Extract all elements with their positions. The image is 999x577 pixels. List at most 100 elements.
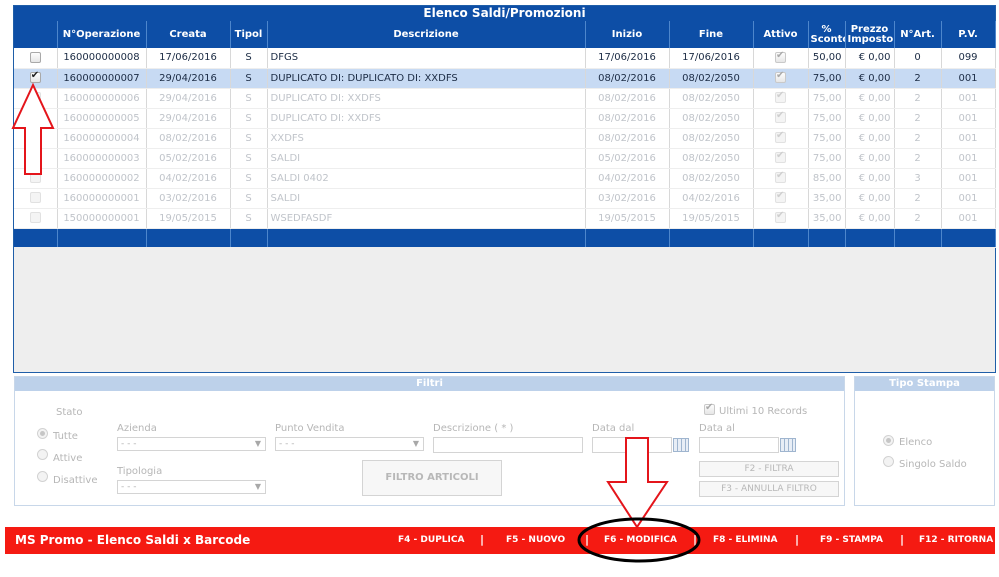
radio-tutte[interactable]: [37, 428, 48, 439]
radio-disattive[interactable]: [37, 471, 48, 482]
footer-cell: [57, 228, 147, 248]
cell-price: € 0,00: [845, 48, 895, 69]
row-select-checkbox[interactable]: [29, 52, 41, 63]
cell-price: € 0,00: [845, 208, 895, 229]
cell-desc: DUPLICATO DI: XXDFS: [267, 88, 586, 109]
table-row[interactable]: 160000000008 17/06/2016 S DFGS 17/06/2016 17/…: [14, 48, 996, 69]
row-select-cell: [14, 108, 58, 129]
row-select-checkbox[interactable]: [29, 70, 41, 84]
promotions-grid-panel: Elenco Saldi/Promozioni N°Operazione Cre…: [13, 5, 996, 373]
stampa-button[interactable]: F9 - STAMPA: [820, 535, 883, 545]
cell-discount: 75,00: [808, 128, 846, 149]
footer-cell: [941, 228, 996, 248]
radio-disattive-label: Disattive: [53, 475, 98, 486]
row-select-checkbox[interactable]: [29, 152, 41, 164]
table-row[interactable]: 160000000005 29/04/2016 S DUPLICATO DI: XXD…: [14, 108, 996, 129]
attivo-checkbox: [775, 110, 786, 124]
cell-type: S: [230, 148, 268, 169]
col-pv[interactable]: P.V.: [941, 21, 996, 48]
attivo-checkbox: [775, 170, 786, 184]
row-select-checkbox[interactable]: [29, 132, 41, 144]
ritorna-button[interactable]: F12 - RITORNA: [919, 535, 993, 545]
annulla-filtro-button[interactable]: F3 - ANNULLA FILTRO: [699, 481, 839, 497]
data-dal-input[interactable]: [592, 437, 672, 453]
footer-cell: [267, 228, 586, 248]
col-num-articoli[interactable]: N°Art.: [894, 21, 942, 48]
grid-title: Elenco Saldi/Promozioni: [14, 6, 995, 21]
azienda-select[interactable]: - - - ▼: [117, 437, 266, 451]
tipologia-value: - - -: [121, 482, 137, 492]
separator: |: [795, 533, 800, 546]
cell-end: 17/06/2016: [669, 48, 754, 69]
punto-vendita-select[interactable]: - - - ▼: [275, 437, 424, 451]
attivo-cell: [753, 88, 809, 109]
cell-desc: SALDI: [267, 188, 586, 209]
row-select-checkbox[interactable]: [29, 92, 41, 104]
cell-type: S: [230, 168, 268, 189]
cell-created: 29/04/2016: [146, 88, 231, 109]
cell-type: S: [230, 188, 268, 209]
table-row[interactable]: 150000000001 19/05/2015 S WSEDFASDF 19/05/20…: [14, 208, 996, 229]
table-row[interactable]: 160000000002 04/02/2016 S SALDI 0402 04/02/2…: [14, 168, 996, 189]
calendar-icon[interactable]: [673, 438, 689, 452]
descrizione-input[interactable]: [433, 437, 583, 453]
row-select-cell: [14, 48, 58, 69]
cell-end: 08/02/2050: [669, 108, 754, 129]
calendar-icon[interactable]: [780, 438, 796, 452]
radio-singolo-saldo[interactable]: [883, 456, 894, 467]
cell-start: 19/05/2015: [585, 208, 670, 229]
col-sconto[interactable]: % Sconto: [808, 21, 846, 48]
filtro-articoli-button[interactable]: FILTRO ARTICOLI: [362, 460, 502, 496]
cell-discount: 75,00: [808, 68, 846, 89]
azienda-label: Azienda: [117, 423, 157, 434]
table-row[interactable]: 160000000003 05/02/2016 S SALDI 05/02/2016 08…: [14, 148, 996, 169]
col-inizio[interactable]: Inizio: [585, 21, 670, 48]
radio-singolo-saldo-label: Singolo Saldo: [899, 459, 967, 470]
table-row[interactable]: 16000000000729/04/2016SDUPLICATO DI: DUP…: [14, 68, 996, 89]
cell-op: 150000000001: [57, 208, 147, 229]
attivo-checkbox: [775, 150, 786, 164]
attivo-cell: [753, 208, 809, 229]
cell-end: 08/02/2050: [669, 148, 754, 169]
ultimi-records-checkbox[interactable]: [704, 402, 715, 415]
cell-type: S: [230, 48, 268, 69]
elimina-button[interactable]: F8 - ELIMINA: [713, 535, 777, 545]
cell-type: S: [230, 208, 268, 229]
cell-op: 160000000003: [57, 148, 147, 169]
radio-elenco[interactable]: [883, 435, 894, 446]
footer-cell: [14, 228, 58, 248]
separator: |: [480, 533, 485, 546]
table-row[interactable]: 160000000001 03/02/2016 S SALDI 03/02/2016 04…: [14, 188, 996, 209]
row-select-checkbox[interactable]: [29, 212, 41, 224]
row-select-checkbox[interactable]: [29, 172, 41, 184]
cell-price: € 0,00: [845, 168, 895, 189]
footer-cell: [230, 228, 268, 248]
col-attivo[interactable]: Attivo: [753, 21, 809, 48]
cell-pv: 001: [941, 108, 996, 129]
footer-cell: [146, 228, 231, 248]
col-creata[interactable]: Creata: [146, 21, 231, 48]
attivo-checkbox: [775, 70, 786, 84]
modifica-button[interactable]: F6 - MODIFICA: [604, 535, 677, 545]
col-operazione[interactable]: N°Operazione: [57, 21, 147, 48]
table-row[interactable]: 160000000004 08/02/2016 S XXDFS 08/02/2016 08…: [14, 128, 996, 149]
col-prezzo-imposto[interactable]: Prezzo Imposto: [845, 21, 895, 48]
filtra-button[interactable]: F2 - FILTRA: [699, 461, 839, 477]
cell-items: 3: [894, 168, 942, 189]
attivo-cell: [753, 48, 809, 69]
col-fine[interactable]: Fine: [669, 21, 754, 48]
row-select-checkbox[interactable]: [29, 112, 41, 124]
row-select-checkbox[interactable]: [29, 192, 41, 204]
tipo-stampa-title: Tipo Stampa: [855, 377, 994, 391]
radio-attive[interactable]: [37, 449, 48, 460]
table-row[interactable]: 160000000006 29/04/2016 S DUPLICATO DI: XXD…: [14, 88, 996, 109]
duplica-button[interactable]: F4 - DUPLICA: [398, 535, 464, 545]
col-descrizione[interactable]: Descrizione: [267, 21, 586, 48]
nuovo-button[interactable]: F5 - NUOVO: [506, 535, 565, 545]
cell-pv: 099: [941, 48, 996, 69]
cell-discount: 35,00: [808, 188, 846, 209]
col-tipologia[interactable]: Tipol: [230, 21, 268, 48]
cell-created: 08/02/2016: [146, 128, 231, 149]
data-al-input[interactable]: [699, 437, 779, 453]
tipologia-select[interactable]: - - - ▼: [117, 480, 266, 494]
